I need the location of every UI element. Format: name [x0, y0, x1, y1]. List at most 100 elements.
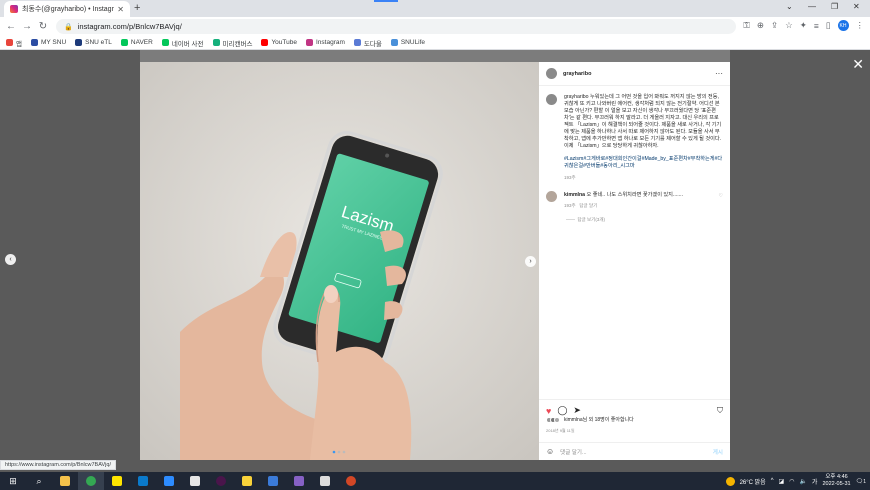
caption-hashtags[interactable]: #Lazism#그게바로#정대회인간이걸#Made_by_표준편차#부착하는게#… [564, 156, 723, 170]
bookmark-naver[interactable]: NAVER [120, 39, 153, 46]
network-icon[interactable]: ◠ [789, 478, 794, 485]
tab-search-chevron-icon[interactable]: ⌄ [786, 2, 793, 11]
reply-button[interactable]: 답글 달기 [579, 203, 597, 208]
new-tab-button[interactable]: + [134, 2, 140, 14]
toolbar-actions: ⚿ ⊕ ⇪ ☆ ✦ ≡ ▯ KH ⋮ [743, 20, 864, 31]
tab-close-icon[interactable]: ✕ [117, 5, 124, 14]
todo-icon[interactable] [260, 472, 286, 490]
share-paper-plane-icon[interactable]: ➤ [573, 405, 581, 416]
post-photo-illustration: Lazism TRUST MY LAZINESS [140, 62, 539, 460]
share-icon[interactable]: ⇪ [771, 20, 778, 31]
sticky-notes-icon[interactable] [234, 472, 260, 490]
comment-bubble-icon[interactable]: ◯ [557, 405, 567, 416]
address-bar[interactable]: 🔒 instagram.com/p/Bnlcw7BAVjq/ [56, 19, 736, 34]
tab-indicator [374, 0, 398, 2]
bookmark-instagram[interactable]: Instagram [305, 39, 345, 46]
comment-like-heart-icon[interactable]: ♡ [719, 193, 723, 199]
post-side-panel: grayharibo ··· grayharibo 누워있는데 그 어떤 것을 … [539, 62, 730, 460]
browser-toolbar: ← → ↻ 🔒 instagram.com/p/Bnlcw7BAVjq/ ⚿ ⊕… [0, 17, 870, 36]
etl-icon [75, 39, 83, 46]
tray-chevron-icon[interactable]: ^ [771, 478, 774, 484]
dodaul-icon [353, 39, 361, 46]
post-date: 2018년 9월 11일 [546, 428, 575, 433]
bookmark-etl[interactable]: SNU eTL [75, 39, 112, 46]
clock-time: 오후 4:46 [825, 474, 848, 481]
zoom-app-icon[interactable] [156, 472, 182, 490]
comment-item: kimmlna 오 좋네.. 나도 스위치라면 꽃가겠이 있지....... 1… [539, 181, 730, 209]
post-photo[interactable]: Lazism TRUST MY LAZINESS › [140, 62, 539, 460]
author-avatar[interactable] [546, 68, 557, 79]
bookmark-dodaul[interactable]: 도다울 [353, 38, 382, 48]
save-bookmark-icon[interactable]: ⛉ [717, 406, 723, 416]
notion-icon[interactable] [182, 472, 208, 490]
vscode-icon[interactable] [130, 472, 156, 490]
post-actions: ♥ ◯ ➤ ⛉ [539, 399, 730, 416]
profile-avatar[interactable]: KH [837, 20, 849, 31]
bookmark-miricanvas[interactable]: 미리캔버스 [212, 38, 253, 48]
youtube-icon [261, 39, 269, 46]
bookmark-label: 미리캔버스 [222, 40, 253, 48]
previous-post-arrow-icon[interactable]: ‹ [5, 254, 16, 265]
view-replies-button[interactable]: —— 답글 보기(3개) [539, 209, 730, 223]
caption-avatar[interactable] [546, 94, 557, 105]
bookmark-star-icon[interactable]: ☆ [785, 20, 793, 31]
slack-icon[interactable] [208, 472, 234, 490]
bookmark-label: NAVER [130, 39, 153, 46]
bookmark-label: Instagram [315, 39, 345, 46]
instagram-post-modal-overlay: ✕ ‹ Lazism TRUST MY LAZINESS › grayharib… [0, 50, 870, 472]
powerpoint-icon[interactable] [338, 472, 364, 490]
bookmark-naver-dict[interactable]: 네이버 사전 [161, 38, 204, 48]
emoji-smiley-icon[interactable]: ☺ [546, 447, 554, 456]
zoom-icon[interactable]: ⊕ [757, 20, 764, 31]
kakaotalk-icon[interactable] [104, 472, 130, 490]
tray-app-icon[interactable]: ◪ [779, 478, 785, 485]
clock[interactable]: 오후 4:46 2022-05-31 [822, 474, 850, 488]
windows-taskbar: ⊞ ⌕ 26°C 맑음 ^ ◪ ◠ 🔈 가 오후 4:46 2022-05-31… [0, 472, 870, 490]
volume-icon[interactable]: 🔈 [799, 478, 806, 485]
comment-input[interactable]: 댓글 달기... [560, 448, 586, 456]
next-image-arrow-icon[interactable]: › [525, 256, 536, 267]
back-arrow-icon[interactable]: ← [3, 21, 19, 32]
commenter-avatar[interactable] [546, 191, 557, 203]
chrome-menu-icon[interactable]: ⋮ [856, 20, 865, 31]
tab-title: 최동수(@grayharibo) • Instagra [22, 6, 115, 13]
bookmark-youtube[interactable]: YouTube [261, 39, 297, 46]
comment-input-bar: ☺ 댓글 달기... 게시 [539, 442, 730, 460]
bookmark-label: MY SNU [40, 39, 67, 46]
bookmark-label: SNULife [400, 39, 426, 46]
reload-icon[interactable]: ↻ [35, 21, 51, 32]
like-heart-icon[interactable]: ♥ [546, 406, 551, 416]
input-method-icon[interactable]: 가 [812, 477, 818, 486]
more-options-icon[interactable]: ··· [715, 69, 723, 78]
visual-studio-icon[interactable] [286, 472, 312, 490]
tab-instagram[interactable]: 최동수(@grayharibo) • Instagra ✕ [4, 1, 130, 17]
liker-avatar-3 [554, 416, 560, 423]
clock-date: 2022-05-31 [822, 481, 851, 487]
file-explorer-icon[interactable] [52, 472, 78, 490]
taskbar-search-icon[interactable]: ⌕ [26, 472, 52, 490]
chrome-icon[interactable] [78, 472, 104, 490]
key-icon[interactable]: ⚿ [743, 20, 749, 31]
extensions-puzzle-icon[interactable]: ✦ [800, 20, 807, 31]
side-panel-icon[interactable]: ▯ [826, 20, 831, 31]
weather-sun-icon[interactable] [725, 476, 735, 486]
unity-icon[interactable] [312, 472, 338, 490]
author-username[interactable]: grayharibo [563, 71, 715, 77]
post-caption: grayharibo 누워있는데 그 어떤 것을 입어 봐줘도 꺼지지 않는 방… [539, 86, 730, 181]
bookmark-mysnu[interactable]: MY SNU [30, 39, 67, 46]
restore-icon[interactable]: ❐ [831, 2, 838, 11]
lock-icon[interactable]: 🔒 [64, 23, 73, 31]
weather-text[interactable]: 26°C 맑음 [740, 477, 766, 486]
bookmark-snulife[interactable]: SNULife [390, 39, 426, 46]
bookmark-apps-grid[interactable]: 앱 [6, 38, 22, 48]
reading-list-icon[interactable]: ≡ [814, 21, 819, 31]
likes-summary[interactable]: kimmlna님 외 18명이 좋아합니다 [546, 416, 634, 423]
window-close-icon[interactable]: ✕ [853, 2, 860, 11]
post-comment-button[interactable]: 게시 [713, 448, 723, 456]
windows-start-icon[interactable]: ⊞ [0, 472, 26, 490]
forward-arrow-icon[interactable]: → [19, 21, 35, 32]
commenter-username[interactable]: kimmlna [564, 192, 585, 198]
minimize-icon[interactable]: — [808, 2, 816, 11]
notification-icon[interactable]: 🗨1 [856, 478, 866, 485]
close-modal-icon[interactable]: ✕ [852, 56, 864, 73]
